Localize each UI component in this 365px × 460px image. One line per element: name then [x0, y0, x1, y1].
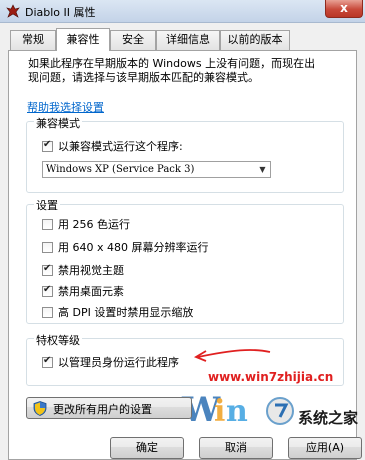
os-version-select[interactable]: Windows XP (Service Pack 3) ▼: [42, 161, 271, 178]
setting-256-colors-row[interactable]: 用 256 色运行: [42, 216, 130, 232]
diablo-app-icon: [6, 4, 20, 18]
setting-disable-desktop-composition-checkbox[interactable]: [42, 284, 53, 297]
win7-logo-watermark: W i n: [181, 390, 294, 430]
setting-disable-visual-themes-label: 禁用视觉主题: [58, 264, 124, 277]
red-arrow-annotation: [193, 349, 271, 362]
intro-line-2: 现问题，请选择与该早期版本匹配的兼容模式。: [28, 71, 259, 84]
tab-general[interactable]: 常规: [10, 30, 56, 50]
tab-previous-versions[interactable]: 以前的版本: [220, 30, 290, 50]
run-as-admin-label: 以管理员身份运行此程序: [58, 356, 179, 369]
setting-high-dpi-checkbox[interactable]: [42, 306, 53, 318]
title-bar[interactable]: Diablo II 属性 x: [0, 0, 365, 23]
apply-button[interactable]: 应用(A): [288, 437, 362, 459]
cancel-button[interactable]: 取消: [199, 437, 273, 459]
ok-button[interactable]: 确定: [110, 437, 184, 459]
setting-disable-desktop-composition-label: 禁用桌面元素: [58, 285, 124, 298]
setting-256-colors-label: 用 256 色运行: [58, 218, 130, 231]
watermark-brand: 系统之家: [298, 409, 359, 427]
svg-text:n: n: [226, 394, 248, 429]
compat-mode-checkbox-label: 以兼容模式运行这个程序:: [58, 140, 183, 153]
uac-shield-icon: [33, 401, 47, 416]
setting-disable-visual-themes-row[interactable]: 禁用视觉主题: [42, 262, 124, 278]
setting-640x480-label: 用 640 x 480 屏幕分辨率运行: [58, 241, 209, 254]
tab-compatibility[interactable]: 兼容性: [56, 28, 110, 51]
change-all-users-settings-label: 更改所有用户的设置: [53, 403, 152, 416]
setting-256-colors-checkbox[interactable]: [42, 218, 53, 230]
change-all-users-settings-button[interactable]: 更改所有用户的设置: [26, 397, 192, 419]
compat-mode-group-label: 兼容模式: [34, 115, 82, 131]
svg-text:i: i: [214, 394, 225, 429]
help-choose-settings-link[interactable]: 帮助我选择设置: [27, 99, 104, 115]
intro-line-1: 如果此程序在早期版本的 Windows 上没有问题，而现在出: [28, 57, 316, 70]
close-icon: x: [340, 1, 348, 15]
watermark-url: www.win7zhijia.cn: [208, 370, 334, 384]
run-as-admin-row[interactable]: 以管理员身份运行此程序: [42, 354, 179, 370]
setting-disable-visual-themes-checkbox[interactable]: [42, 263, 53, 276]
tab-details[interactable]: 详细信息: [156, 30, 220, 50]
compat-mode-checkbox-row[interactable]: 以兼容模式运行这个程序:: [42, 138, 183, 154]
setting-640x480-row[interactable]: 用 640 x 480 屏幕分辨率运行: [42, 239, 209, 255]
setting-high-dpi-label: 高 DPI 设置时禁用显示缩放: [58, 306, 194, 319]
privilege-group-label: 特权等级: [34, 332, 82, 348]
setting-disable-desktop-composition-row[interactable]: 禁用桌面元素: [42, 283, 124, 299]
settings-group-label: 设置: [34, 197, 60, 213]
compat-mode-group: [26, 121, 344, 193]
tab-security[interactable]: 安全: [110, 30, 156, 50]
setting-640x480-checkbox[interactable]: [42, 241, 53, 253]
chevron-down-icon: ▼: [259, 165, 266, 174]
compat-mode-checkbox[interactable]: [42, 139, 53, 152]
window-title: Diablo II 属性: [25, 6, 96, 19]
intro-text: 如果此程序在早期版本的 Windows 上没有问题，而现在出 现问题，请选择与该…: [28, 57, 348, 85]
setting-high-dpi-row[interactable]: 高 DPI 设置时禁用显示缩放: [42, 304, 193, 320]
close-button[interactable]: x: [325, 0, 363, 18]
run-as-admin-checkbox[interactable]: [42, 355, 53, 368]
os-version-selected: Windows XP (Service Pack 3): [46, 164, 195, 175]
